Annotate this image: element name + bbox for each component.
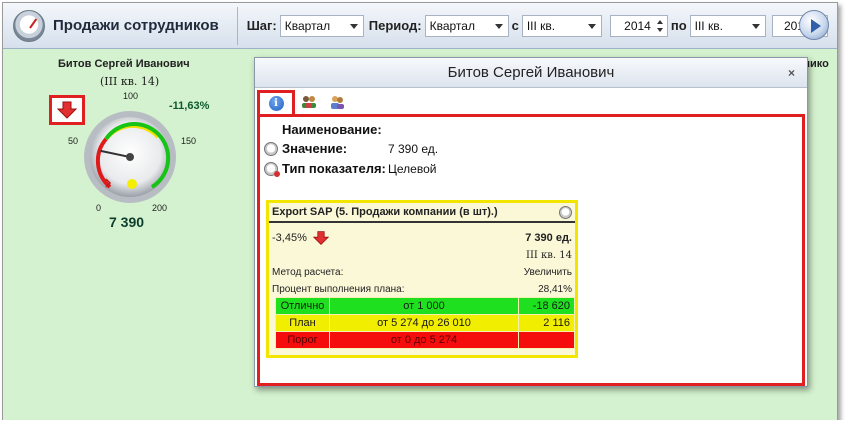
- speedometer-gauge: [84, 111, 176, 203]
- from-label: с: [511, 18, 519, 33]
- threshold-name: Отлично: [275, 297, 330, 315]
- to-label: по: [670, 18, 687, 33]
- spin-down-icon[interactable]: [656, 27, 663, 32]
- step-label: Шаг:: [246, 18, 277, 33]
- kpi-card-header: Export SAP (5. Продажи компании (в шт).): [269, 203, 575, 223]
- gauge-hub: [126, 153, 134, 161]
- spin-up-icon[interactable]: [656, 19, 663, 24]
- kpi-period-row: III кв. 14: [272, 250, 572, 261]
- gauge-indicator-dot: [127, 179, 137, 189]
- dialog-title-bar: Битов Сергей Иванович ×: [255, 58, 807, 88]
- arrow-down-icon: [57, 101, 77, 119]
- kpi-plan-row: Процент выполнения плана: 28,41%: [272, 284, 572, 295]
- period-select-value: Квартал: [429, 18, 475, 33]
- kpi-change: -3,45%: [272, 230, 329, 246]
- step-select-value: Квартал: [284, 18, 331, 33]
- kpi-change-row: -3,45% 7 390 ед.: [272, 230, 572, 246]
- threshold-value: [518, 331, 575, 349]
- torn-edge: [0, 420, 846, 438]
- threshold-value: -18 620: [518, 297, 575, 315]
- value-label: Значение:: [282, 141, 348, 156]
- gauge-value: 7 390: [109, 214, 145, 230]
- tab-team[interactable]: [295, 90, 323, 114]
- from-quarter-select[interactable]: III кв.: [521, 14, 602, 37]
- speedometer-icon: [13, 9, 45, 42]
- trend-down-button[interactable]: [49, 95, 85, 125]
- gauge-tick-left: 50: [68, 136, 79, 146]
- employee-period: (III кв. 14): [100, 75, 160, 88]
- to-quarter-select[interactable]: III кв.: [689, 14, 766, 37]
- threshold-name: План: [275, 314, 330, 332]
- kpi-change-pct: -3,45%: [272, 232, 307, 244]
- kpi-method-label: Метод расчета:: [272, 267, 344, 278]
- details-dialog: Битов Сергей Иванович × i Наименование: …: [254, 57, 808, 387]
- name-row: Наименование:: [282, 122, 382, 137]
- info-icon: i: [268, 96, 284, 111]
- from-quarter-value: III кв.: [526, 18, 556, 33]
- tab-info[interactable]: i: [257, 90, 295, 114]
- users-icon: [331, 96, 344, 109]
- kpi-card: Export SAP (5. Продажи компании (в шт).)…: [266, 200, 578, 358]
- chevron-down-icon[interactable]: [751, 23, 760, 29]
- threshold-value: 2 116: [518, 314, 575, 332]
- info-panel: Наименование: Значение: 7 390 ед. Тип по…: [257, 114, 805, 386]
- name-label: Наименование:: [282, 122, 382, 137]
- team-icon: [302, 96, 316, 108]
- threshold-row: План от 5 274 до 26 010 2 116: [275, 314, 575, 332]
- kpi-value: 7 390 ед.: [525, 232, 572, 244]
- gauge-small-icon: [264, 141, 278, 156]
- threshold-name: Порог: [275, 331, 330, 349]
- value-text: 7 390 ед.: [388, 141, 439, 156]
- kpi-plan-label: Процент выполнения плана:: [272, 284, 405, 295]
- kpi-period: III кв. 14: [526, 250, 572, 261]
- type-label: Тип показателя:: [282, 161, 386, 176]
- play-button[interactable]: [799, 10, 829, 40]
- chevron-down-icon[interactable]: [587, 23, 596, 29]
- type-row: Тип показателя: Целевой: [264, 161, 437, 177]
- abc-gauge-icon: [559, 205, 572, 219]
- indicator-type-icon: [264, 161, 280, 177]
- kpi-method-value: Увеличить: [523, 267, 572, 278]
- dialog-tabs: i: [255, 88, 807, 114]
- chevron-down-icon[interactable]: [494, 23, 503, 29]
- app-title: Продажи сотрудников: [53, 17, 219, 34]
- type-value: Целевой: [388, 161, 437, 176]
- tab-users[interactable]: [323, 90, 351, 114]
- dialog-title: Битов Сергей Иванович: [447, 64, 615, 81]
- threshold-row: Порог от 0 до 5 274: [275, 331, 575, 349]
- app-window: Продажи сотрудников Шаг: Квартал Период:…: [2, 2, 838, 426]
- threshold-row: Отлично от 1 000 -18 620: [275, 297, 575, 315]
- threshold-range: от 0 до 5 274: [329, 331, 519, 349]
- threshold-range: от 5 274 до 26 010: [329, 314, 519, 332]
- kpi-method-row: Метод расчета: Увеличить: [272, 267, 572, 278]
- threshold-table: Отлично от 1 000 -18 620 План от 5 274 до 26…: [275, 297, 575, 349]
- kpi-card-title: Export SAP (5. Продажи компании (в шт).): [272, 206, 498, 218]
- period-label: Период:: [368, 18, 422, 33]
- threshold-range: от 1 000: [329, 297, 519, 315]
- kpi-plan-value: 28,41%: [538, 284, 572, 295]
- period-select[interactable]: Квартал: [424, 14, 509, 37]
- to-quarter-value: III кв.: [694, 18, 723, 33]
- gauge-tick-right: 150: [181, 136, 197, 146]
- toolbar-separator: [236, 6, 238, 45]
- close-icon[interactable]: ×: [788, 58, 795, 88]
- from-year-stepper[interactable]: 2014: [609, 14, 668, 37]
- value-row: Значение: 7 390 ед.: [264, 141, 438, 156]
- from-year-value: 2014: [624, 18, 651, 33]
- step-select[interactable]: Квартал: [279, 14, 364, 37]
- employee-name: Битов Сергей Иванович: [58, 58, 190, 70]
- gauge-tick-top: 100: [123, 91, 139, 101]
- toolbar: Продажи сотрудников Шаг: Квартал Период:…: [3, 3, 837, 49]
- chevron-down-icon[interactable]: [349, 23, 358, 29]
- arrow-down-icon: [312, 231, 329, 245]
